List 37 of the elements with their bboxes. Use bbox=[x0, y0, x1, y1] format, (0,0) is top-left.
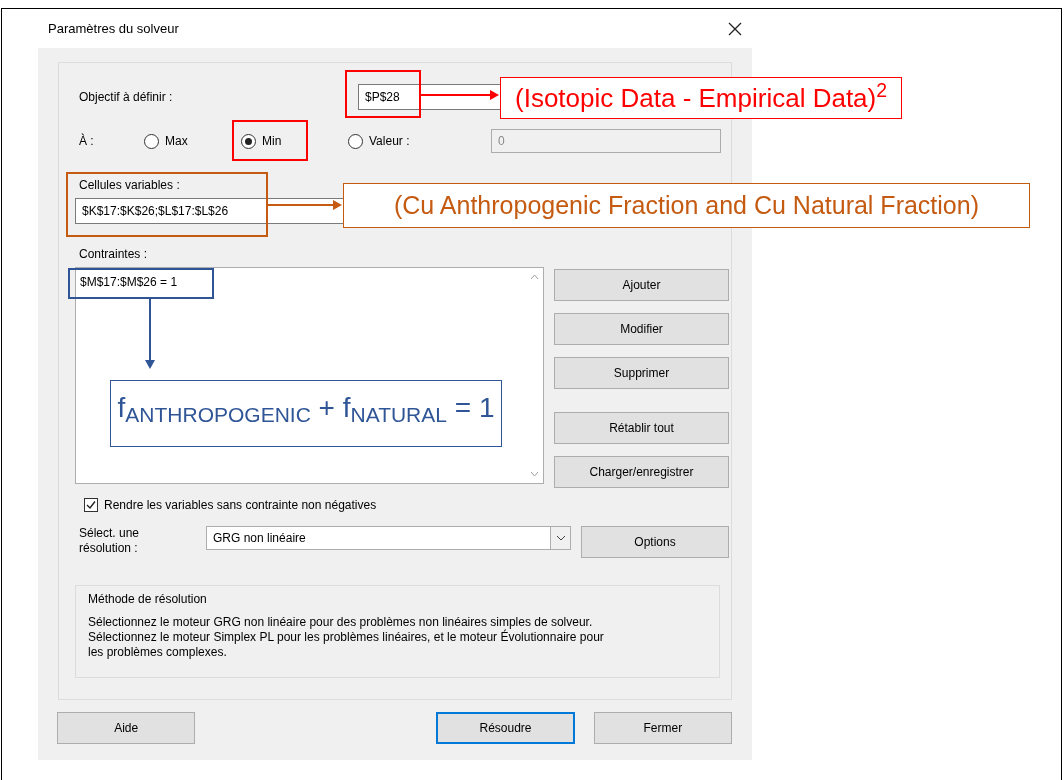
radio-button[interactable] bbox=[348, 133, 363, 149]
checkbox-label: Rendre les variables sans contrainte non négatives bbox=[104, 497, 377, 514]
action-button[interactable]: Rétablir tout bbox=[554, 412, 729, 444]
annotation-label: (Cu Anthropogenic Fraction and Cu Natural Fraction) bbox=[343, 183, 1030, 228]
radio-label: Min bbox=[262, 133, 282, 150]
chevron-down-icon bbox=[555, 535, 566, 541]
action-button[interactable]: Ajouter bbox=[554, 269, 729, 301]
variable-cells-label: Cellules variables : bbox=[78, 177, 181, 194]
objective-label: Objectif à définir : bbox=[78, 89, 174, 106]
window-title: Paramètres du solveur bbox=[48, 20, 179, 39]
dialog-button[interactable]: Fermer bbox=[593, 712, 732, 744]
constraint-item[interactable]: $M$17:$M$26 = 1 bbox=[80, 273, 522, 291]
options-button[interactable]: Options bbox=[581, 526, 729, 558]
variable-cells-field[interactable]: $K$17:$K$26;$L$17:$L$26 bbox=[75, 198, 343, 224]
solving-method-dropdown[interactable]: GRG non linéaire bbox=[206, 526, 571, 550]
dialog-button[interactable]: Résoudre bbox=[436, 712, 575, 744]
annotation-label: f$_{ANTHROPOGENIC}$ + f$_{NATURAL}$ = 1 bbox=[110, 380, 502, 447]
arrow bbox=[144, 299, 156, 369]
method-description: Sélectionnez le moteur GRG non linéaire pour des problèmes non linéaires simples de solveur. Sélectionnez le moteur Simplex PL pour les problèmes linéaires, et le moteur Évolutionnaire pour les problèmes complexes. bbox=[88, 615, 605, 660]
action-button[interactable]: Supprimer bbox=[554, 357, 729, 389]
scroll-up-icon bbox=[530, 274, 539, 280]
annotation-label: (Isotopic Data - Empirical Data)$^{2}$ bbox=[500, 77, 903, 119]
close-icon bbox=[728, 22, 742, 36]
radio-label: Valeur : bbox=[369, 133, 410, 150]
solving-method-label: Sélect. une résolution : bbox=[78, 526, 141, 556]
checkbox[interactable] bbox=[84, 498, 98, 512]
target-label: À : bbox=[78, 132, 95, 150]
radio-button[interactable] bbox=[144, 133, 159, 149]
objective-field[interactable]: $P$28 bbox=[358, 84, 500, 110]
scroll-down-icon bbox=[530, 471, 539, 477]
radio-button[interactable] bbox=[241, 133, 256, 149]
action-button[interactable]: Charger/enregistrer bbox=[554, 456, 729, 488]
constraints-label: Contraintes : bbox=[78, 246, 149, 263]
group-title: Méthode de résolution bbox=[88, 591, 208, 608]
action-button[interactable]: Modifier bbox=[554, 313, 729, 345]
dialog-button[interactable]: Aide bbox=[57, 712, 196, 744]
radio-label: Max bbox=[165, 133, 188, 150]
